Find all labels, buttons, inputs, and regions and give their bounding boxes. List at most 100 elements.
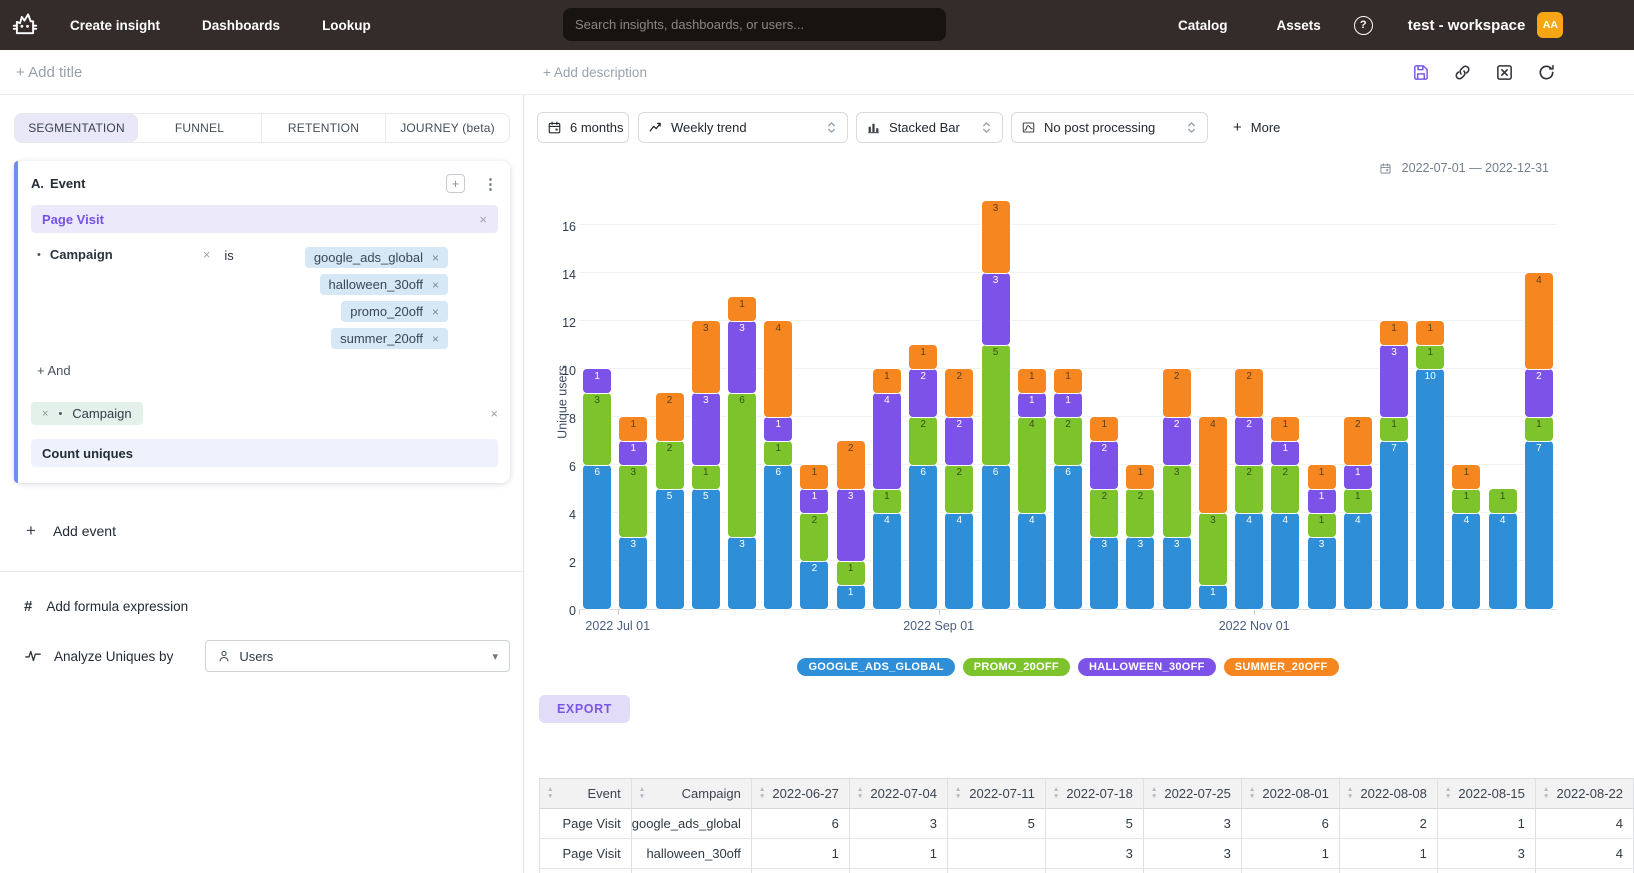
bar-segment[interactable]: 1 <box>619 441 647 465</box>
bar-segment[interactable]: 1 <box>1054 369 1082 393</box>
column-header[interactable]: ▲▼2022-08-22 <box>1535 779 1633 809</box>
bar-segment[interactable]: 4 <box>1489 513 1517 609</box>
nav-assets[interactable]: Assets <box>1277 18 1321 33</box>
bar-segment[interactable]: 1 <box>1416 345 1444 369</box>
tab-segmentation[interactable]: SEGMENTATION <box>15 114 138 142</box>
legend-pill[interactable]: SUMMER_20OFF <box>1224 658 1339 676</box>
bar-segment[interactable]: 3 <box>1163 537 1191 609</box>
bar-segment[interactable]: 2 <box>656 393 684 441</box>
help-icon[interactable]: ? <box>1354 16 1373 35</box>
bar-segment[interactable]: 1 <box>1308 489 1336 513</box>
bar-segment[interactable]: 2 <box>1344 417 1372 465</box>
sort-icon[interactable]: ▲▼ <box>547 786 553 800</box>
bar-segment[interactable]: 1 <box>1271 417 1299 441</box>
bar-segment[interactable]: 1 <box>800 489 828 513</box>
column-header[interactable]: ▲▼2022-08-15 <box>1437 779 1535 809</box>
bar-segment[interactable]: 1 <box>1271 441 1299 465</box>
bar-segment[interactable]: 1 <box>728 297 756 321</box>
bar-segment[interactable]: 1 <box>764 441 792 465</box>
nav-create-insight[interactable]: Create insight <box>70 18 160 33</box>
chart-type-select[interactable]: Stacked Bar <box>856 112 1003 143</box>
bar-segment[interactable]: 1 <box>1380 321 1408 345</box>
bar-segment[interactable]: 3 <box>837 489 865 561</box>
bar-segment[interactable]: 1 <box>1452 489 1480 513</box>
nav-catalog[interactable]: Catalog <box>1178 18 1228 33</box>
bar-segment[interactable]: 6 <box>728 393 756 537</box>
date-range-button[interactable]: 6 months <box>537 112 629 143</box>
bar-segment[interactable]: 1 <box>1380 417 1408 441</box>
filter-property[interactable]: Campaign <box>50 247 113 262</box>
sort-icon[interactable]: ▲▼ <box>1151 786 1157 800</box>
bar-segment[interactable]: 4 <box>1344 513 1372 609</box>
duplicate-event-icon[interactable]: + <box>446 174 465 193</box>
bar-segment[interactable]: 4 <box>873 393 901 489</box>
bar-segment[interactable]: 3 <box>692 321 720 393</box>
column-header[interactable]: ▲▼Campaign <box>631 779 751 809</box>
tab-funnel[interactable]: FUNNEL <box>138 114 261 142</box>
bar-segment[interactable]: 2 <box>1235 369 1263 417</box>
post-processing-select[interactable]: No post processing <box>1011 112 1208 143</box>
tab-retention[interactable]: RETENTION <box>261 114 385 142</box>
sort-icon[interactable]: ▲▼ <box>857 786 863 800</box>
bar-segment[interactable]: 1 <box>873 369 901 393</box>
sort-icon[interactable]: ▲▼ <box>1543 786 1549 800</box>
bar-segment[interactable]: 1 <box>1090 417 1118 441</box>
bar-segment[interactable]: 3 <box>728 321 756 393</box>
bar-segment[interactable]: 3 <box>619 465 647 537</box>
bar-segment[interactable]: 6 <box>982 465 1010 609</box>
column-header[interactable]: ▲▼2022-07-18 <box>1045 779 1143 809</box>
bar-segment[interactable]: 2 <box>656 441 684 489</box>
bar-segment[interactable]: 4 <box>1199 417 1227 513</box>
bar-segment[interactable]: 2 <box>1090 441 1118 489</box>
refresh-icon[interactable] <box>1536 62 1556 82</box>
bar-segment[interactable]: 3 <box>619 537 647 609</box>
add-title-field[interactable]: + Add title <box>16 64 82 81</box>
breakdown-chip[interactable]: × • Campaign <box>31 402 143 425</box>
bar-segment[interactable]: 2 <box>800 561 828 609</box>
clear-icon[interactable] <box>1494 62 1514 82</box>
add-description-field[interactable]: + Add description <box>543 65 647 80</box>
bar-segment[interactable]: 2 <box>909 417 937 465</box>
sort-icon[interactable]: ▲▼ <box>1445 786 1451 800</box>
sort-icon[interactable]: ▲▼ <box>1053 786 1059 800</box>
bar-segment[interactable]: 2 <box>1271 465 1299 513</box>
aggregation-row[interactable]: Count uniques <box>31 439 498 467</box>
bar-segment[interactable]: 4 <box>945 513 973 609</box>
bar-segment[interactable]: 3 <box>583 393 611 465</box>
bar-segment[interactable]: 1 <box>1199 585 1227 609</box>
bar-segment[interactable]: 1 <box>1018 393 1046 417</box>
remove-breakdown-icon[interactable]: × <box>42 408 48 420</box>
bar-segment[interactable]: 3 <box>1380 345 1408 417</box>
bar-segment[interactable]: 4 <box>1235 513 1263 609</box>
column-header[interactable]: ▲▼2022-07-11 <box>947 779 1045 809</box>
bar-segment[interactable]: 7 <box>1525 441 1553 609</box>
bar-segment[interactable]: 1 <box>619 417 647 441</box>
bar-segment[interactable]: 7 <box>1380 441 1408 609</box>
bar-segment[interactable]: 5 <box>982 345 1010 465</box>
sort-icon[interactable]: ▲▼ <box>1347 786 1353 800</box>
column-header[interactable]: ▲▼2022-08-01 <box>1241 779 1339 809</box>
remove-value-icon[interactable]: × <box>432 251 439 265</box>
filter-value-chip[interactable]: google_ads_global × <box>305 247 448 268</box>
add-event-button[interactable]: + Add event <box>14 521 510 541</box>
trend-granularity-select[interactable]: Weekly trend <box>638 112 848 143</box>
bar-segment[interactable]: 2 <box>1126 489 1154 537</box>
bar-segment[interactable]: 2 <box>1054 417 1082 465</box>
filter-operator[interactable]: is <box>224 248 233 263</box>
bar-segment[interactable]: 3 <box>1126 537 1154 609</box>
avatar[interactable]: AA <box>1537 12 1563 38</box>
bar-segment[interactable]: 2 <box>1525 369 1553 417</box>
bar-segment[interactable]: 2 <box>837 441 865 489</box>
tab-journey[interactable]: JOURNEY (beta) <box>385 114 509 142</box>
bar-segment[interactable]: 2 <box>945 369 973 417</box>
clear-breakdown-icon[interactable]: × <box>490 406 498 421</box>
bar-segment[interactable]: 1 <box>909 345 937 369</box>
bar-segment[interactable]: 3 <box>1090 537 1118 609</box>
bar-segment[interactable]: 2 <box>800 513 828 561</box>
event-menu-icon[interactable]: ⋮ <box>483 175 498 193</box>
bar-segment[interactable]: 1 <box>1344 465 1372 489</box>
sort-icon[interactable]: ▲▼ <box>759 786 765 800</box>
column-header[interactable]: ▲▼2022-08-08 <box>1339 779 1437 809</box>
remove-value-icon[interactable]: × <box>432 305 439 319</box>
bar-segment[interactable]: 1 <box>1525 417 1553 441</box>
